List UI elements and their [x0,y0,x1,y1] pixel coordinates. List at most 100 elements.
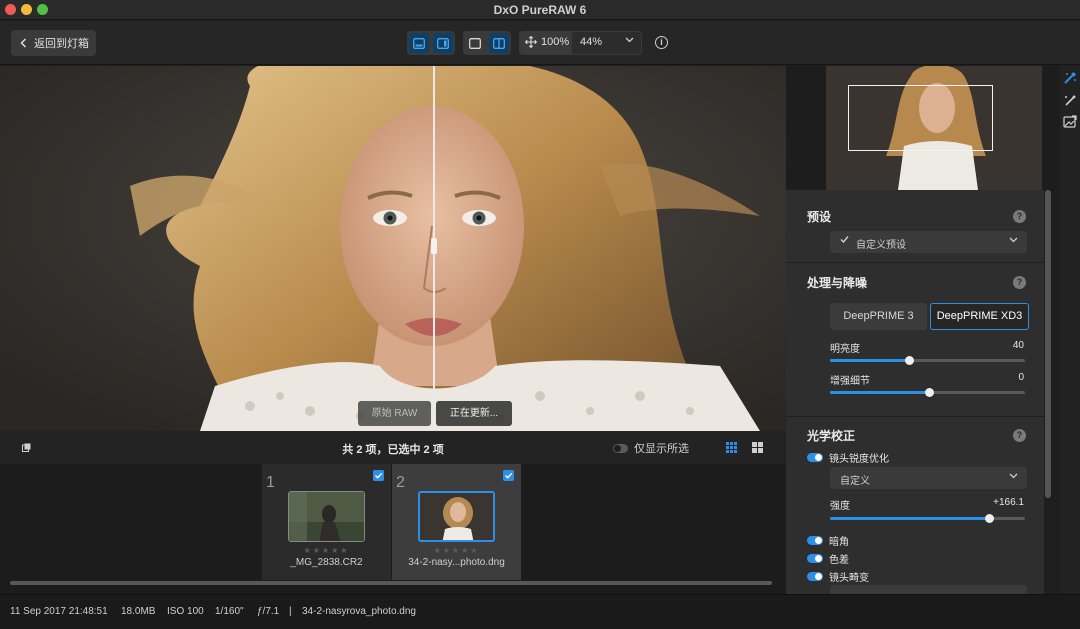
slider-thumb[interactable] [905,356,915,365]
lens-sharpness-toggle[interactable] [807,453,823,462]
rating-stars[interactable]: ★★★★★ [262,546,391,555]
thumbnail-index: 1 [266,474,275,491]
back-to-lightbox-button[interactable]: 返回到灯箱 [11,30,96,56]
optics-title: 光学校正 [807,429,856,443]
back-button-label: 返回到灯箱 [34,38,89,50]
move-arrows-icon [525,36,537,48]
image-export-icon[interactable] [1062,114,1078,130]
mosaic-view-icon[interactable] [752,442,763,453]
distortion-toggle[interactable] [807,572,823,581]
distortion-dropdown[interactable] [830,585,1027,594]
lens-sharpness-label: 镜头锐度优化 [829,454,889,465]
navigator-panel[interactable] [786,66,1060,190]
chevron-left-icon [20,38,27,48]
slider-fill [830,359,910,362]
side-tool-rail [1060,66,1080,594]
full-view-icon [469,37,481,49]
detail-slider[interactable] [830,388,1025,397]
thumbnail-image [288,491,365,542]
magic-wand-icon[interactable] [1062,70,1078,86]
toolbar: 返回到灯箱 100% 44% i [0,21,1080,65]
rating-stars[interactable]: ★★★★★ [392,546,521,555]
layout-toggle-group [407,31,455,55]
split-compare-button[interactable] [489,33,509,53]
status-filesize: 18.0MB [121,606,156,617]
denoise-section: 处理与降噪 ? DeepPRIME 3 DeepPRIME XD3 明亮度 40… [786,262,1044,414]
thumbnail-card[interactable]: 1 ★★★★★ _MG_2838.CR2 [262,464,391,580]
zoom-level-select[interactable]: 44% [572,32,641,54]
brush-icon[interactable] [1062,93,1078,109]
chromatic-toggle[interactable] [807,554,823,563]
preset-dropdown[interactable]: 自定义预设 [830,231,1027,253]
only-selected-toggle[interactable]: 仅显示所选 [613,440,689,456]
chevron-down-icon [1009,237,1018,243]
navigator-viewport-frame[interactable] [848,85,993,151]
slider-thumb[interactable] [924,388,934,397]
denoise-title: 处理与降噪 [807,276,868,290]
vignette-row[interactable]: 暗角 [807,533,849,548]
filmstrip: 1 ★★★★★ _MG_2838.CR2 2 ★★★★★ 34-2-nasy..… [0,464,786,594]
detail-label: 增强细节 [830,376,870,387]
status-iso: ISO 100 [167,606,204,617]
grid-view-icon[interactable] [726,442,737,453]
checkbox-checked-icon[interactable] [373,470,384,481]
strength-slider[interactable] [830,514,1025,523]
settings-panel: 预设 ? 自定义预设 处理与降噪 ? DeepPRIME 3 DeepPRIME… [786,190,1044,594]
slider-thumb[interactable] [985,514,995,523]
status-separator: | [289,606,292,617]
window-title: DxO PureRAW 6 [493,3,587,17]
compare-toggle-group [463,31,511,55]
checkbox-checked-icon[interactable] [503,470,514,481]
panel-scrollbar[interactable] [1045,190,1051,498]
help-icon[interactable]: ? [1013,429,1026,442]
thumbnail-index: 2 [396,474,405,491]
slider-fill [830,391,930,394]
brightness-slider[interactable] [830,356,1025,365]
brightness-label: 明亮度 [830,344,860,355]
portrait-photo [0,66,786,431]
filmstrip-scrollbar[interactable] [10,581,772,585]
vignette-label: 暗角 [829,537,849,548]
chromatic-label: 色差 [829,555,849,566]
split-compare-icon [493,37,505,49]
detail-value: 0 [1018,372,1024,383]
distortion-row[interactable]: 镜头畸变 [807,569,869,584]
zoom-level-value: 44% [580,36,603,48]
full-view-button[interactable] [465,33,485,53]
vignette-toggle[interactable] [807,536,823,545]
updating-label: 正在更新... [436,401,512,426]
split-handle[interactable] [431,238,437,254]
strength-value: +166.1 [993,497,1024,508]
panel-view-icon [437,37,449,49]
chevron-down-icon [1009,473,1018,479]
sharpness-mode-dropdown[interactable]: 自定义 [830,467,1027,489]
status-datetime: 11 Sep 2017 21:48:51 [10,606,108,617]
status-bar: 11 Sep 2017 21:48:51 18.0MB ISO 100 1/16… [0,594,1080,629]
panel-view-button[interactable] [433,33,453,53]
brightness-value: 40 [1012,340,1024,351]
zoom-100-button[interactable]: 100% [525,36,569,48]
sharpness-mode-value: 自定义 [840,476,870,487]
status-filename: 34-2-nasyrova_photo.dng [302,606,416,617]
optics-section: 光学校正 ? 镜头锐度优化 自定义 强度 +166.1 暗角 色差 镜头畸变 [786,416,1044,594]
image-viewer[interactable]: 原始 RAW 正在更新... [0,66,786,431]
help-icon[interactable]: ? [1013,276,1026,289]
info-icon[interactable]: i [655,36,668,49]
deepprime-xd3-button[interactable]: DeepPRIME XD3 [930,303,1029,330]
preset-value: 自定义预设 [856,240,906,251]
original-raw-label: 原始 RAW [358,401,431,426]
title-bar: DxO PureRAW 6 [0,0,1080,20]
only-selected-switch[interactable] [613,443,628,453]
status-aperture: ƒ/7.1 [257,606,280,617]
lens-sharpness-row[interactable]: 镜头锐度优化 [807,450,889,465]
chromatic-row[interactable]: 色差 [807,551,849,566]
thumbnail-card[interactable]: 2 ★★★★★ 34-2-nasy...photo.dng [392,464,521,580]
slider-fill [830,517,990,520]
strength-label: 强度 [830,501,850,512]
help-icon[interactable]: ? [1013,210,1026,223]
distortion-label: 镜头畸变 [829,573,869,584]
thumbnail-image [418,491,495,542]
status-shutter: 1/160" [215,606,244,617]
deepprime-3-button[interactable]: DeepPRIME 3 [830,303,927,330]
single-view-button[interactable] [409,33,429,53]
